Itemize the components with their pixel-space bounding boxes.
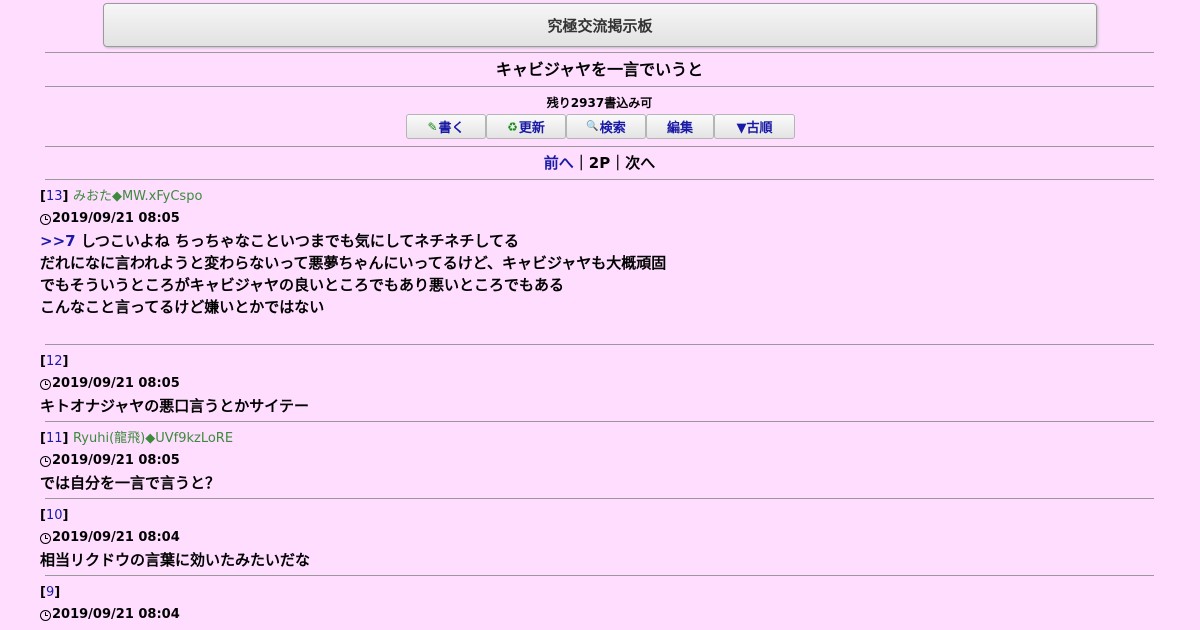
post-number[interactable]: 11 (46, 431, 63, 446)
divider (45, 146, 1154, 147)
post-body: キトオナジャヤの悪口言うとかサイテー (40, 395, 1154, 417)
sort-old-label: ▼古順 (736, 121, 773, 136)
thread-title: キャビジャヤを一言でいうと (495, 60, 704, 79)
post: [10] 2019/09/21 08:04 相当リクドウの言葉に効いたみたいだな (40, 507, 1154, 571)
post-date-text: 2019/09/21 08:04 (52, 607, 180, 622)
clock-icon (40, 213, 51, 225)
post-line: こんなこと言ってるけど嫌いとかではない (40, 298, 325, 316)
divider (45, 575, 1154, 576)
post-number[interactable]: 13 (46, 189, 63, 204)
post-meta: [10] (40, 508, 69, 523)
divider (45, 344, 1154, 345)
poster-name: みおた◆MW.xFyCspo (72, 189, 203, 204)
post: [9] 2019/09/21 08:04 (40, 584, 1154, 624)
reply-anchor-link[interactable]: >>7 (40, 232, 76, 250)
pager-separator: ｜ (610, 154, 626, 172)
pencil-icon: ✎ (427, 119, 438, 134)
refresh-icon: ♻ (507, 119, 518, 134)
post-body: では自分を一言で言うと？ (40, 472, 1154, 494)
write-button[interactable]: ✎ 書く (406, 114, 486, 139)
post-date: 2019/09/21 08:04 (40, 529, 1154, 547)
clock-icon (40, 609, 51, 621)
post-meta: [11] Ryuhi(龍飛)◆UVf9kzLoRE (40, 431, 234, 446)
divider (45, 86, 1154, 87)
refresh-label: 更新 (518, 121, 545, 136)
post-date: 2019/09/21 08:04 (40, 606, 1154, 624)
clock-hand (45, 460, 48, 462)
post: [11] Ryuhi(龍飛)◆UVf9kzLoRE 2019/09/21 08:… (40, 430, 1154, 494)
post-line: キトオナジャヤの悪口言うとかサイテー (40, 397, 309, 415)
post-number[interactable]: 10 (46, 508, 63, 523)
divider (45, 52, 1154, 53)
search-label: 検索 (599, 121, 626, 136)
post-number[interactable]: 12 (46, 354, 63, 369)
post: [12] 2019/09/21 08:05 キトオナジャヤの悪口言うとかサイテー (40, 353, 1154, 417)
post-date-text: 2019/09/21 08:04 (52, 530, 180, 545)
post-date-text: 2019/09/21 08:05 (52, 376, 180, 391)
post-line: だれになに言われようと変わらないって悪夢ちゃんにいってるけど、キャビジャヤも大概… (40, 254, 667, 272)
post-date: 2019/09/21 08:05 (40, 210, 1154, 228)
post: [13] みおた◆MW.xFyCspo 2019/09/21 08:05 >>7… (40, 188, 1154, 318)
clock-hand (45, 614, 48, 616)
post-line: では自分を一言で言うと？ (40, 474, 221, 492)
post-date-text: 2019/09/21 08:05 (52, 211, 180, 226)
post-line: しつこいよね ちっちゃなこといつまでも気にしてネチネチしてる (80, 232, 519, 250)
post-date-text: 2019/09/21 08:05 (52, 453, 180, 468)
post-number[interactable]: 9 (46, 585, 54, 600)
clock-icon (40, 455, 51, 467)
post-meta: [13] みおた◆MW.xFyCspo (40, 189, 203, 204)
sort-old-button[interactable]: ▼古順 (714, 114, 795, 139)
edit-button[interactable]: 編集 (646, 114, 714, 139)
divider (45, 498, 1154, 499)
clock-icon (40, 532, 51, 544)
toolbar: ✎ 書く ♻ 更新 🔍 検索 編集 ▼古順 (406, 114, 795, 139)
board-title: 究極交流掲示板 (547, 16, 653, 35)
post-date: 2019/09/21 08:05 (40, 452, 1154, 470)
clock-hand (45, 383, 48, 385)
post-meta: [12] (40, 354, 69, 369)
board-header[interactable]: 究極交流掲示板 (103, 3, 1097, 47)
post-body: 相当リクドウの言葉に効いたみたいだな (40, 549, 1154, 571)
clock-icon (40, 378, 51, 390)
divider (45, 179, 1154, 180)
clock-hand (45, 537, 48, 539)
divider (45, 421, 1154, 422)
next-page-link[interactable]: 次へ (625, 154, 655, 172)
pager: 前へ｜2P｜次へ (45, 153, 1154, 173)
search-button[interactable]: 🔍 検索 (566, 114, 646, 139)
clock-hand (45, 218, 48, 220)
edit-label: 編集 (666, 121, 693, 136)
post-body: >>7 しつこいよね ちっちゃなこといつまでも気にしてネチネチしてる だれになに… (40, 230, 1154, 318)
poster-name: Ryuhi(龍飛)◆UVf9kzLoRE (72, 431, 234, 446)
post-date: 2019/09/21 08:05 (40, 375, 1154, 393)
prev-page-link[interactable]: 前へ (544, 154, 574, 172)
search-icon: 🔍 (586, 121, 599, 132)
post-line: 相当リクドウの言葉に効いたみたいだな (40, 551, 311, 569)
pager-separator: ｜ (573, 154, 589, 172)
post-line: でもそういうところがキャビジャヤの良いところでもあり悪いところでもある (40, 276, 564, 294)
post-meta: [9] (40, 585, 61, 600)
write-label: 書く (438, 121, 465, 136)
current-page: 2P (588, 154, 611, 172)
refresh-button[interactable]: ♻ 更新 (486, 114, 566, 139)
remaining-posts: 残り2937書込み可 (546, 96, 653, 110)
